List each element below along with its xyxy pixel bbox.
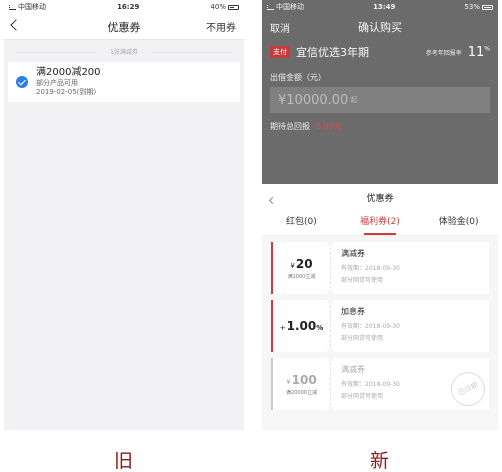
- no-coupon-button[interactable]: 不用券: [206, 19, 236, 34]
- back-chevron-icon: [268, 196, 277, 204]
- status-bar: 中国移动 13:49 53%: [262, 0, 498, 14]
- carrier: 中国移动: [276, 3, 304, 11]
- coupon-sheet: 优惠券 红包(0) 福利券(2) 体验金(0) ¥20 满1000立减 满减券 …: [262, 184, 498, 430]
- check-circle-icon[interactable]: [16, 76, 28, 88]
- amount-placeholder: ¥10000.00: [278, 92, 349, 108]
- battery-percent: 53%: [464, 3, 480, 11]
- coupon-item[interactable]: +1.00% 加息券 有效期：2018-09-30 部分网贷可使用: [271, 300, 489, 352]
- signal-icon: [267, 4, 274, 10]
- coupon-value: +1.00%: [271, 300, 334, 352]
- sheet-back-button[interactable]: [268, 188, 277, 207]
- coupon-title: 满减券: [341, 365, 365, 374]
- signal-icon: [9, 4, 16, 10]
- coupon-title: 加息券: [341, 307, 365, 316]
- coupon-date: 有效期：2018-09-30: [341, 265, 400, 272]
- carrier: 中国移动: [18, 3, 46, 11]
- rate-value: 11%: [467, 44, 490, 60]
- page-title: 确认购买: [358, 21, 402, 34]
- coupon-item[interactable]: ¥20 满1000立减 满减券 有效期：2018-09-30 部分网贷可使用: [271, 242, 489, 294]
- back-button[interactable]: [10, 19, 22, 32]
- nav-bar: 优惠券 不用券: [4, 14, 244, 40]
- expect-value: 0.00元: [316, 122, 342, 131]
- sheet-header: 优惠券: [262, 184, 498, 210]
- coupon-card[interactable]: 满2000减200 部分产品可用 2019-02-05(到期): [8, 62, 240, 102]
- coupon-scope: 部分产品可用: [36, 79, 78, 87]
- coupon-scope: 部分网贷可使用: [341, 277, 384, 284]
- coupon-title: 满减券: [341, 249, 365, 258]
- new-screen: 中国移动 13:49 53% 取消 确认购买 支付 宜信优选3年期 参考年回报率…: [262, 0, 498, 430]
- battery-icon: [227, 4, 239, 10]
- expected-return: 期待总回报 0.00元: [262, 113, 498, 140]
- product-name: 宜信优选3年期: [296, 46, 369, 59]
- battery-icon: [481, 4, 493, 10]
- expect-label: 期待总回报: [270, 122, 310, 131]
- nav-bar: 取消 确认购买: [262, 14, 498, 40]
- coupon-condition: 满20000立减: [286, 389, 317, 396]
- coupon-tabs: 红包(0) 福利券(2) 体验金(0): [262, 210, 498, 236]
- amount-label: 出借金额（元）: [270, 73, 326, 82]
- coupon-condition: 满1000立减: [287, 273, 316, 280]
- coupon-item-expired: ¥100 满20000立减 满减券 有效期：2018-09-30 部分网贷可使用…: [271, 358, 491, 412]
- rate-label: 参考年回报率: [425, 49, 462, 57]
- sheet-title: 优惠券: [366, 193, 394, 204]
- old-screen: 中国移动 16:29 40% 优惠券 不用券 1张满减券 满2000减200 部…: [4, 0, 244, 430]
- coupon-date: 有效期：2018-09-30: [341, 323, 400, 330]
- purchase-overlay-area: 中国移动 13:49 53% 取消 确认购买 支付 宜信优选3年期 参考年回报率…: [262, 0, 498, 184]
- caption-new: 新: [370, 450, 390, 472]
- battery-percent: 40%: [210, 3, 226, 11]
- tab-welfare-coupon[interactable]: 福利券(2): [341, 210, 420, 235]
- coupon-scope: 部分网贷可使用: [341, 335, 384, 342]
- amount-suffix: 起: [350, 96, 358, 104]
- clock: 16:29: [117, 3, 140, 11]
- pay-tag: 支付: [270, 46, 290, 58]
- back-chevron-icon: [10, 19, 22, 31]
- coupon-title: 满2000减200: [36, 67, 101, 78]
- status-bar: 中国移动 16:29 40%: [4, 0, 244, 14]
- clock: 13:49: [373, 3, 396, 11]
- tab-trial-fund[interactable]: 体验金(0): [419, 210, 498, 235]
- coupon-expiry: 2019-02-05(到期): [36, 88, 97, 96]
- section-caption: 1张满减券: [4, 47, 244, 56]
- amount-input[interactable]: ¥10000.00 起: [270, 87, 490, 113]
- coupon-value: ¥100 满20000立减: [271, 358, 334, 410]
- cancel-button[interactable]: 取消: [270, 20, 290, 35]
- caption-old: 旧: [114, 450, 134, 472]
- coupon-value: ¥20 满1000立减: [271, 242, 334, 294]
- product-row: 支付 宜信优选3年期 参考年回报率 11%: [262, 40, 498, 64]
- tab-red-packet[interactable]: 红包(0): [262, 210, 341, 235]
